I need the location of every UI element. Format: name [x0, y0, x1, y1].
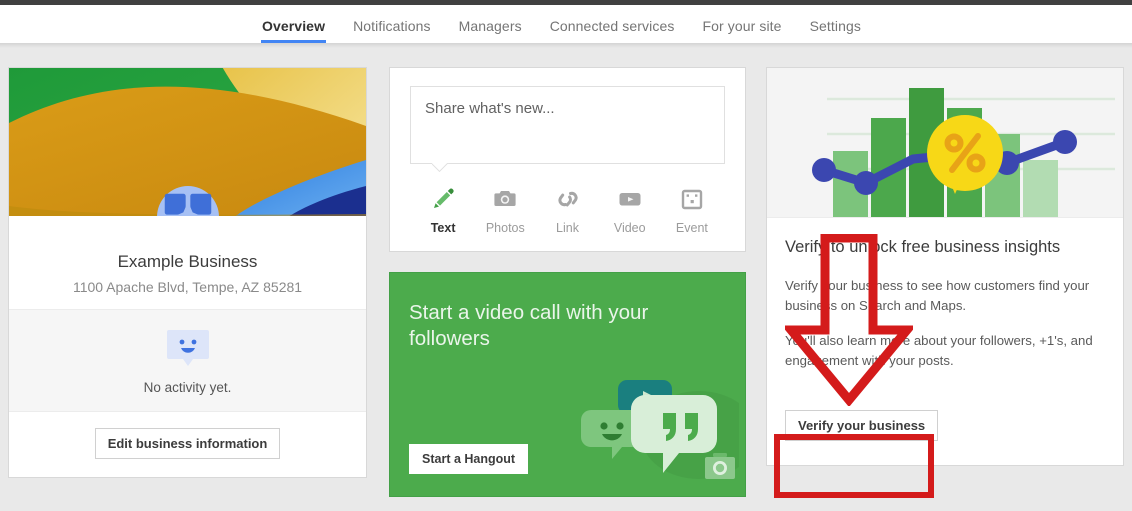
share-type-event-label: Event [675, 221, 708, 235]
activity-empty-text: No activity yet. [143, 380, 232, 395]
tab-overview-label: Overview [262, 18, 326, 34]
verify-button-row: Verify your business [767, 396, 1123, 465]
business-address: 1100 Apache Blvd, Tempe, AZ 85281 [72, 279, 303, 295]
tab-overview[interactable]: Overview [248, 5, 339, 43]
verify-body: Verify to unlock free business insights … [767, 218, 1123, 396]
tab-for-your-site-label: For your site [702, 18, 782, 34]
share-type-video-label: Video [613, 221, 646, 235]
share-type-text[interactable]: Text [412, 184, 474, 235]
tab-managers[interactable]: Managers [445, 5, 536, 43]
share-type-photos-label: Photos [485, 221, 525, 235]
share-input-box[interactable]: Share what's new... [410, 86, 725, 164]
business-identity: Example Business 1100 Apache Blvd, Tempe… [9, 216, 366, 309]
business-insights-chart [767, 68, 1123, 218]
pencil-icon [412, 184, 474, 214]
cover-photo[interactable] [9, 68, 366, 216]
tab-notifications[interactable]: Notifications [339, 5, 445, 43]
calendar-icon [661, 184, 723, 214]
business-page-icon [164, 193, 211, 216]
hangout-title: Start a video call with your followers [409, 301, 649, 350]
tab-settings-label: Settings [809, 18, 861, 34]
avatar[interactable] [156, 186, 219, 216]
tab-connected-services[interactable]: Connected services [536, 5, 689, 43]
page-root: Overview Notifications Managers Connecte… [0, 0, 1132, 511]
nav-shadow [0, 43, 1132, 48]
share-type-photos[interactable]: Photos [474, 184, 536, 235]
verify-your-business-button[interactable]: Verify your business [785, 409, 939, 441]
business-name: Example Business [117, 252, 258, 271]
share-type-video[interactable]: Video [599, 184, 661, 235]
verify-business-card: Verify to unlock free business insights … [766, 67, 1124, 466]
insights-illustration [812, 88, 1115, 217]
business-profile-card: Example Business 1100 Apache Blvd, Tempe… [8, 67, 367, 478]
video-icon [599, 184, 661, 214]
share-type-link[interactable]: Link [536, 184, 598, 235]
verify-paragraph-1: Verify your business to see how customer… [785, 278, 1090, 314]
hangout-card: Start a video call with your followers S… [389, 272, 746, 497]
share-card: Share what's new... Text Photos Link Vid… [389, 67, 746, 252]
tab-managers-label: Managers [458, 18, 522, 34]
share-box-tail [432, 163, 450, 172]
tab-connected-services-label: Connected services [549, 18, 675, 34]
share-type-link-label: Link [556, 221, 579, 235]
share-type-row: Text Photos Link Video Event [410, 164, 725, 241]
start-a-hangout-button[interactable]: Start a Hangout [409, 444, 529, 474]
verify-paragraph-2: You'll also learn more about your follow… [785, 332, 1093, 369]
hangouts-illustration [549, 335, 745, 490]
edit-business-row: Edit business information [9, 412, 366, 477]
tab-settings[interactable]: Settings [796, 5, 875, 43]
tab-for-your-site[interactable]: For your site [688, 5, 795, 43]
share-placeholder: Share what's new... [425, 100, 555, 117]
camera-icon [474, 184, 536, 214]
edit-business-information-button[interactable]: Edit business information [94, 428, 281, 459]
link-icon [536, 184, 598, 214]
smiley-speech-bubble-icon [166, 330, 209, 366]
tab-notifications-label: Notifications [353, 18, 431, 34]
share-type-event[interactable]: Event [661, 184, 723, 235]
middle-column: Share what's new... Text Photos Link Vid… [389, 67, 746, 497]
verify-title: Verify to unlock free business insights [785, 238, 1061, 256]
share-type-text-label: Text [430, 221, 456, 235]
activity-section: No activity yet. [9, 309, 366, 412]
tab-bar: Overview Notifications Managers Connecte… [248, 5, 875, 43]
